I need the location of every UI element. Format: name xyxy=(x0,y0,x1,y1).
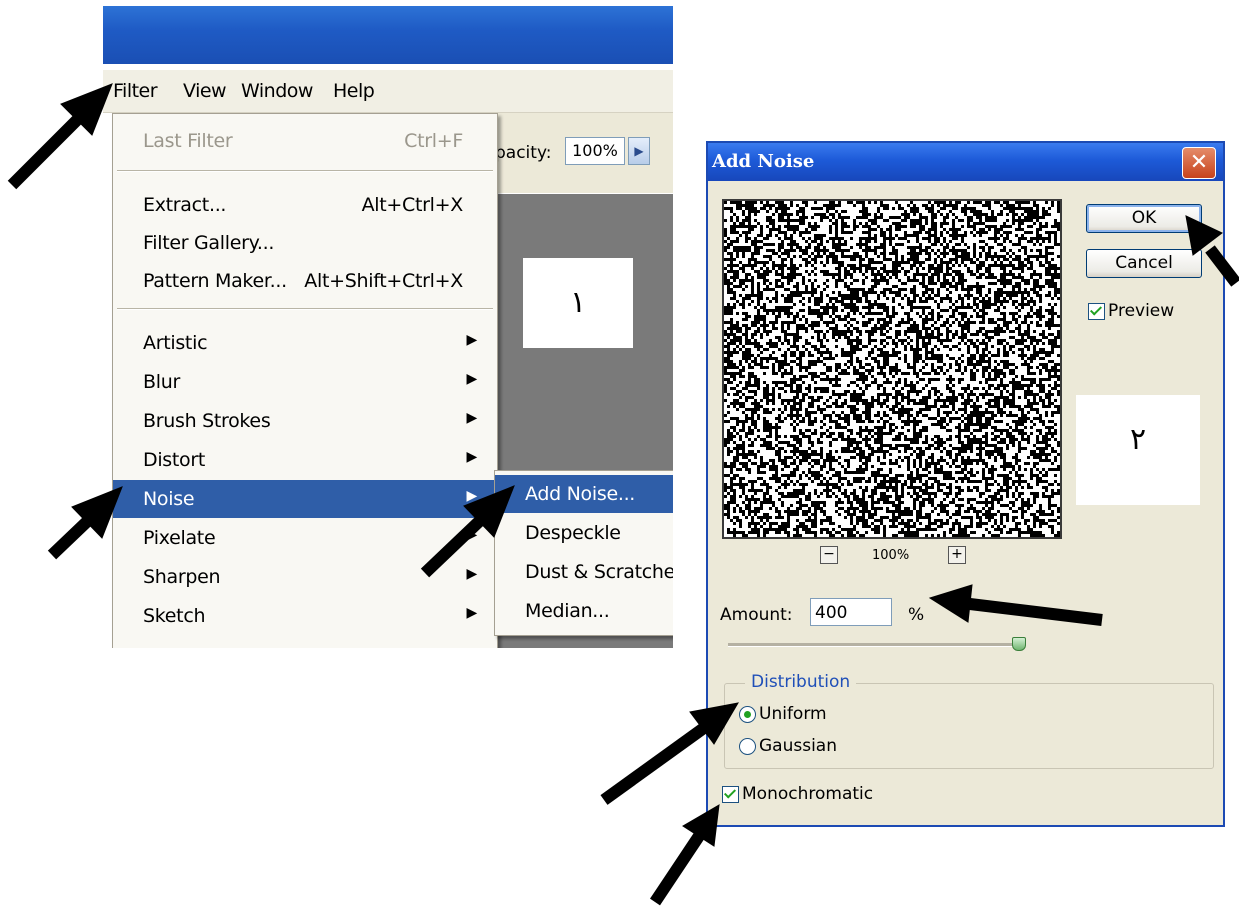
preview-checkbox-row[interactable]: Preview xyxy=(1088,301,1174,321)
uniform-label: Uniform xyxy=(759,704,827,724)
zoom-in-button[interactable]: + xyxy=(948,546,966,564)
menu-item-noise[interactable]: Noise ▶ xyxy=(113,480,497,518)
noise-preview[interactable] xyxy=(722,199,1062,539)
submenu-arrow-icon: ▶ xyxy=(466,371,478,387)
menu-item-label: Blur xyxy=(143,371,180,393)
amount-label: Amount: xyxy=(720,605,793,625)
close-icon[interactable]: ✕ xyxy=(1182,147,1216,179)
submenu-item-add-noise[interactable]: Add Noise... xyxy=(495,475,673,513)
menu-item-label: Distort xyxy=(143,449,206,471)
step-label-2: ٢ xyxy=(1076,395,1200,505)
submenu-arrow-icon: ▶ xyxy=(466,527,478,543)
menu-item-label: Brush Strokes xyxy=(143,410,271,432)
dialog-title-bar: Add Noise ✕ xyxy=(708,143,1223,181)
submenu-arrow-icon: ▶ xyxy=(466,566,478,582)
menu-item-label: Pattern Maker... xyxy=(143,270,287,292)
photoshop-window: Filter View Window Help pacity: 100% ▶ ١… xyxy=(103,6,673,648)
submenu-item-despeckle[interactable]: Despeckle xyxy=(495,514,673,552)
amount-unit: % xyxy=(908,605,925,625)
submenu-arrow-icon: ▶ xyxy=(466,449,478,465)
menu-item-pattern-maker[interactable]: Pattern Maker... Alt+Shift+Ctrl+X xyxy=(113,262,497,300)
distribution-label: Distribution xyxy=(745,672,857,692)
submenu-arrow-icon: ▶ xyxy=(466,605,478,621)
monochromatic-checkbox-row[interactable]: Monochromatic xyxy=(722,784,873,804)
menu-item-extract[interactable]: Extract... Alt+Ctrl+X xyxy=(113,186,497,224)
uniform-radio[interactable] xyxy=(739,705,756,723)
menu-item-label: Sharpen xyxy=(143,566,221,588)
menu-item-label: Filter Gallery... xyxy=(143,232,275,254)
menu-item-filter-gallery[interactable]: Filter Gallery... xyxy=(113,224,497,262)
menu-item-label: Artistic xyxy=(143,332,208,354)
submenu-arrow-icon: ▶ xyxy=(466,332,478,348)
options-bar: pacity: 100% ▶ xyxy=(495,113,673,193)
uniform-radio-row[interactable]: Uniform xyxy=(739,704,827,724)
menu-item-artistic[interactable]: Artistic ▶ xyxy=(113,324,497,362)
ok-button[interactable]: OK xyxy=(1086,204,1202,233)
submenu-item-label: Add Noise... xyxy=(525,483,636,505)
noise-submenu: Add Noise... Despeckle Dust & Scratches … xyxy=(494,470,673,636)
menu-item-label: Pixelate xyxy=(143,527,216,549)
submenu-arrow-icon: ▶ xyxy=(466,410,478,426)
menu-separator xyxy=(117,170,493,172)
opacity-label: pacity: xyxy=(495,143,552,163)
dialog-title: Add Noise xyxy=(712,151,815,172)
menu-item-blur[interactable]: Blur ▶ xyxy=(113,363,497,401)
menu-help[interactable]: Help xyxy=(333,80,375,102)
arrow-icon xyxy=(7,83,113,190)
preview-checkbox[interactable] xyxy=(1088,302,1105,320)
submenu-arrow-icon: ▶ xyxy=(466,488,478,504)
gaussian-label: Gaussian xyxy=(759,736,837,756)
menu-item-brush-strokes[interactable]: Brush Strokes ▶ xyxy=(113,402,497,440)
distribution-group: Distribution Uniform Gaussian xyxy=(724,672,1214,769)
menu-item-shortcut: Alt+Ctrl+X xyxy=(361,194,464,216)
gaussian-radio-row[interactable]: Gaussian xyxy=(739,736,837,756)
monochromatic-label: Monochromatic xyxy=(742,784,874,804)
menu-item-label: Extract... xyxy=(143,194,227,216)
submenu-item-label: Median... xyxy=(525,600,610,622)
menu-window[interactable]: Window xyxy=(241,80,313,102)
menu-item-shortcut: Alt+Shift+Ctrl+X xyxy=(304,270,463,292)
amount-field[interactable]: 400 xyxy=(810,598,892,626)
gaussian-radio[interactable] xyxy=(739,737,756,755)
zoom-level: 100% xyxy=(872,548,910,563)
noise-preview-image xyxy=(724,201,1060,537)
amount-slider-thumb[interactable] xyxy=(1012,637,1026,651)
title-bar xyxy=(103,6,673,64)
submenu-item-label: Dust & Scratches xyxy=(525,561,673,583)
menu-item-distort[interactable]: Distort ▶ xyxy=(113,441,497,479)
submenu-item-label: Despeckle xyxy=(525,522,621,544)
menu-filter[interactable]: Filter xyxy=(113,80,158,102)
filter-menu: Last Filter Ctrl+F Extract... Alt+Ctrl+X… xyxy=(112,113,498,648)
submenu-item-dust-scratches[interactable]: Dust & Scratches xyxy=(495,553,673,591)
submenu-item-median[interactable]: Median... xyxy=(495,592,673,630)
monochromatic-checkbox[interactable] xyxy=(722,785,739,803)
zoom-out-button[interactable]: − xyxy=(820,546,838,564)
menu-item-sharpen[interactable]: Sharpen ▶ xyxy=(113,558,497,596)
menu-item-label: Noise xyxy=(143,488,195,510)
menu-bar: Filter View Window Help xyxy=(103,70,673,113)
menu-item-last-filter[interactable]: Last Filter Ctrl+F xyxy=(113,122,497,160)
cancel-button[interactable]: Cancel xyxy=(1086,249,1202,278)
preview-label: Preview xyxy=(1108,301,1175,321)
menu-item-label: Last Filter xyxy=(143,130,233,152)
amount-slider-track[interactable] xyxy=(728,643,1018,647)
menu-item-label: Sketch xyxy=(143,605,206,627)
menu-item-pixelate[interactable]: Pixelate ▶ xyxy=(113,519,497,557)
menu-item-sketch[interactable]: Sketch ▶ xyxy=(113,597,497,635)
menu-separator xyxy=(117,308,493,310)
menu-item-shortcut: Ctrl+F xyxy=(404,130,463,152)
add-noise-dialog: Add Noise ✕ − 100% + OK Cancel Preview ٢… xyxy=(706,141,1225,827)
step-label-1: ١ xyxy=(523,258,633,348)
menu-view[interactable]: View xyxy=(183,80,227,102)
opacity-arrow-button[interactable]: ▶ xyxy=(628,137,650,165)
opacity-field[interactable]: 100% xyxy=(565,137,625,165)
